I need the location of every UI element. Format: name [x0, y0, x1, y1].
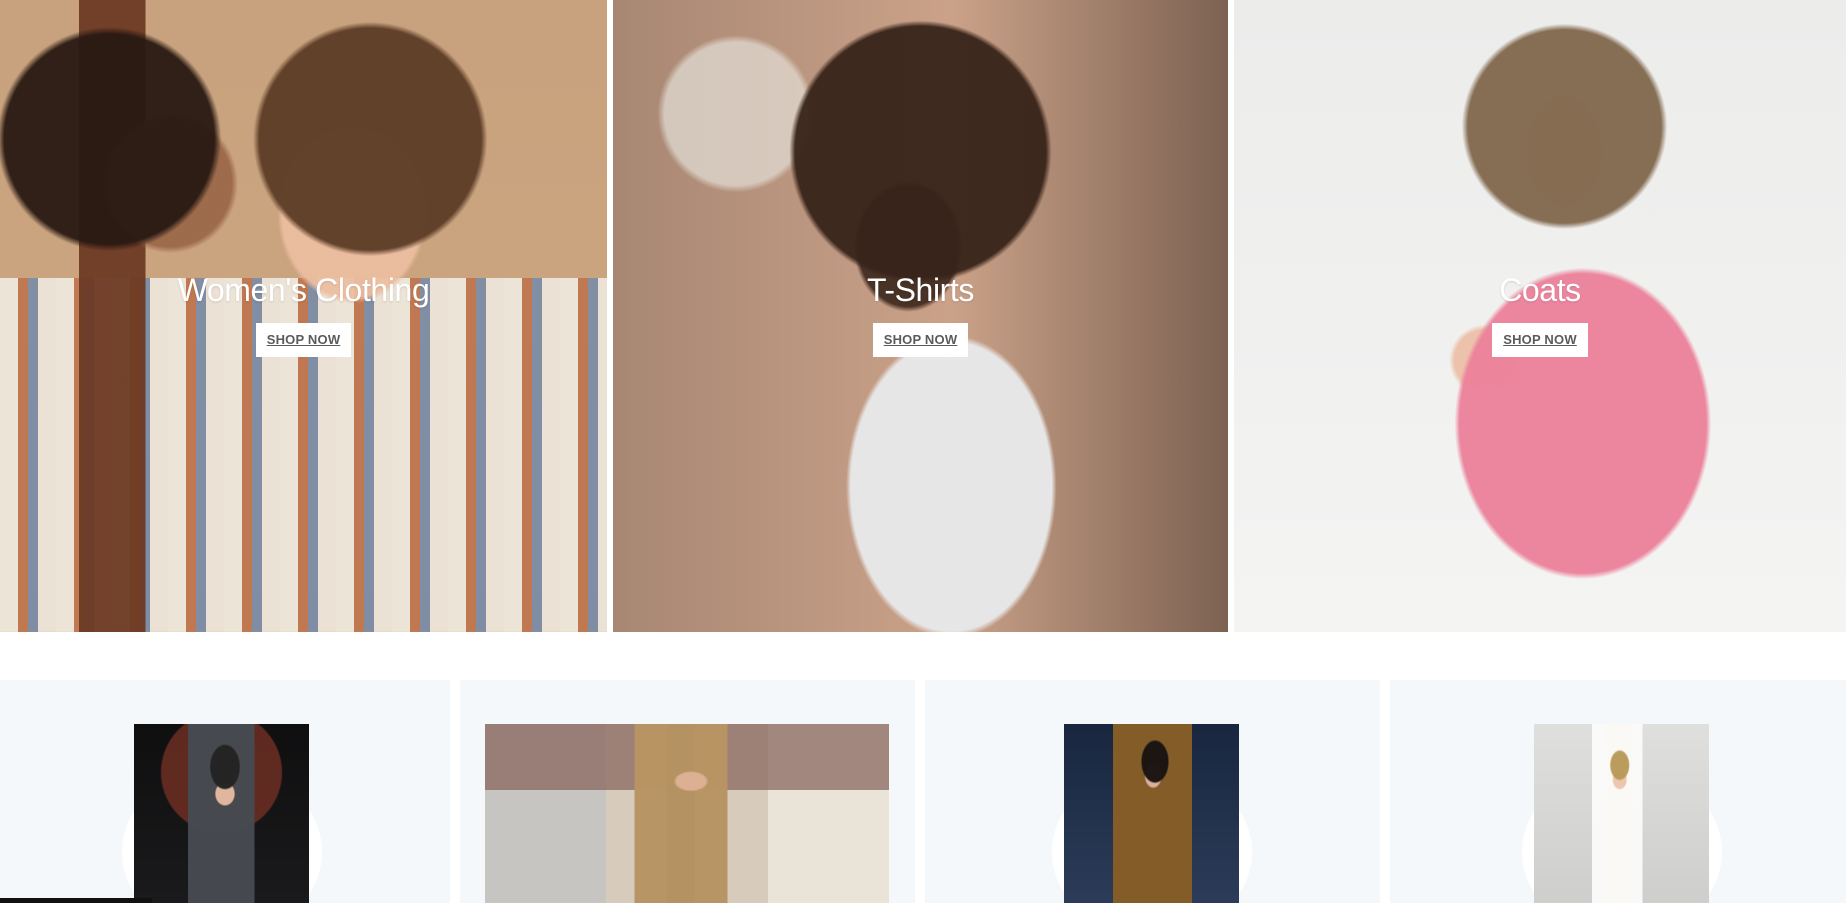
featured-products-row	[0, 680, 1846, 903]
shop-now-button[interactable]: SHOP NOW	[1492, 323, 1588, 357]
category-card-coats[interactable]: Coats SHOP NOW	[1234, 0, 1846, 632]
category-card-t-shirts[interactable]: T-Shirts SHOP NOW	[613, 0, 1228, 632]
shop-now-button[interactable]: SHOP NOW	[872, 323, 969, 357]
category-title: T-Shirts	[866, 272, 975, 308]
category-card-content: T-Shirts SHOP NOW	[613, 271, 1228, 357]
category-card-content: Women's Clothing SHOP NOW	[0, 271, 607, 357]
product-image-2[interactable]	[485, 724, 889, 903]
category-title: Coats	[1499, 272, 1581, 308]
shop-now-button[interactable]: SHOP NOW	[255, 323, 352, 357]
product-image-1[interactable]	[134, 724, 309, 903]
bottom-left-overlay-strip	[0, 898, 152, 903]
category-title: Women's Clothing	[177, 272, 430, 308]
category-hero-row: Women's Clothing SHOP NOW T-Shirts SHOP …	[0, 0, 1846, 632]
product-card-4[interactable]	[1390, 680, 1846, 903]
product-card-1[interactable]	[0, 680, 450, 903]
product-card-3[interactable]	[925, 680, 1380, 903]
category-card-womens-clothing[interactable]: Women's Clothing SHOP NOW	[0, 0, 607, 632]
product-image-3[interactable]	[1064, 724, 1239, 903]
category-card-content: Coats SHOP NOW	[1234, 271, 1846, 357]
product-image-4[interactable]	[1534, 724, 1709, 903]
product-card-2[interactable]	[460, 680, 915, 903]
